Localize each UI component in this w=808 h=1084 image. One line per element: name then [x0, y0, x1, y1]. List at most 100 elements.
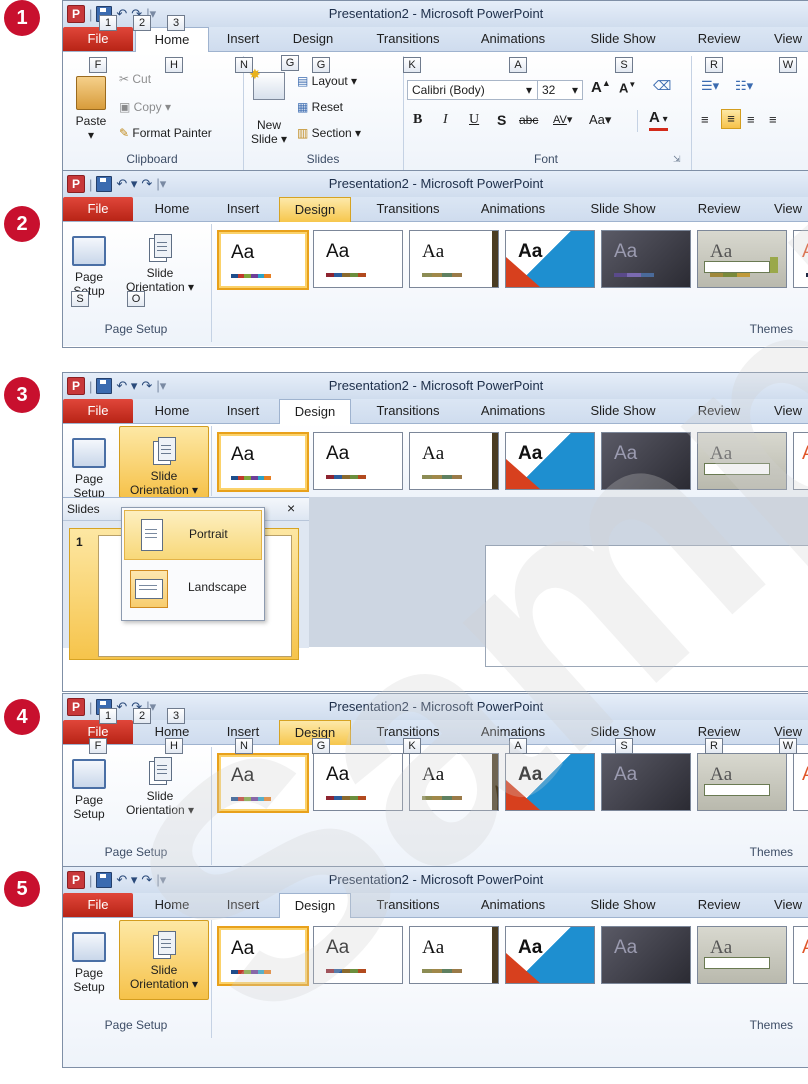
bold-button[interactable]: B — [413, 112, 422, 128]
theme-3[interactable]: Aa — [409, 926, 499, 984]
theme-4[interactable]: Aa — [505, 432, 595, 490]
theme-office[interactable]: Aa — [217, 753, 309, 813]
tab-insert[interactable]: Insert — [213, 399, 273, 423]
page-setup-button[interactable]: PageSetup — [67, 759, 111, 821]
dialog-launcher-icon[interactable]: ⇲ — [673, 154, 681, 165]
tab-transitions[interactable]: Transitions — [363, 197, 453, 221]
bullets-icon[interactable]: ☰▾ — [701, 78, 719, 94]
theme-6[interactable]: Aa — [697, 753, 787, 811]
tab-animations[interactable]: Animations — [468, 27, 558, 51]
character-spacing-button[interactable]: AV▾ — [553, 113, 572, 126]
menu-item-portrait[interactable]: Portrait — [124, 510, 262, 560]
cut-button[interactable]: ✂ Cut — [119, 72, 151, 86]
italic-button[interactable]: I — [443, 112, 448, 128]
theme-office[interactable]: Aa — [217, 230, 309, 290]
tab-design[interactable]: Design — [278, 27, 348, 51]
tab-transitions[interactable]: Transitions — [363, 27, 453, 51]
page-setup-button[interactable]: PageSetup — [67, 932, 111, 994]
shrink-font-icon[interactable]: A▼ — [619, 80, 636, 95]
justify-icon[interactable]: ≡ — [769, 112, 777, 127]
theme-office[interactable]: Aa — [217, 432, 309, 492]
tab-review[interactable]: Review — [687, 27, 751, 51]
slide-orientation-button[interactable]: Slide Orientation ▾ — [119, 920, 209, 1000]
tab-animations[interactable]: Animations — [468, 399, 558, 423]
shadow-button[interactable]: S — [497, 112, 506, 128]
slide[interactable] — [485, 545, 808, 667]
tab-file[interactable]: File — [63, 197, 133, 221]
theme-7[interactable]: Aa — [793, 230, 808, 288]
font-color-button[interactable]: A ▾ — [649, 110, 668, 131]
tab-file[interactable]: File — [63, 399, 133, 423]
theme-5[interactable]: Aa — [601, 753, 691, 811]
theme-2[interactable]: Aa — [313, 230, 403, 288]
theme-7[interactable]: Aa — [793, 753, 808, 811]
tab-design[interactable]: Design — [279, 197, 351, 223]
format-painter-button[interactable]: ✎ Format Painter — [119, 126, 212, 140]
theme-7[interactable]: Aa — [793, 432, 808, 490]
tab-home[interactable]: Home — [137, 893, 207, 917]
tab-view[interactable]: View — [763, 27, 808, 51]
slide-orientation-button[interactable]: Slide Orientation ▾ — [119, 426, 209, 498]
tab-insert[interactable]: Insert — [213, 893, 273, 917]
section-button[interactable]: ▥ Section ▾ — [297, 126, 361, 140]
new-slide-button[interactable]: New Slide ▾ — [249, 118, 289, 146]
theme-6[interactable]: Aa — [697, 230, 787, 288]
theme-6[interactable]: Aa — [697, 926, 787, 984]
reset-button[interactable]: ▦ Reset — [297, 100, 343, 114]
font-name-box[interactable]: Calibri (Body) ▾ — [407, 80, 539, 100]
theme-4[interactable]: Aa — [505, 753, 595, 811]
grow-font-icon[interactable]: A▲ — [591, 78, 611, 96]
theme-4[interactable]: Aa — [505, 926, 595, 984]
tab-transitions[interactable]: Transitions — [363, 893, 453, 917]
font-size-box[interactable]: 32 ▾ — [537, 80, 583, 100]
tab-home[interactable]: Home — [137, 197, 207, 221]
tab-view[interactable]: View — [763, 893, 808, 917]
theme-5[interactable]: Aa — [601, 230, 691, 288]
tab-insert[interactable]: Insert — [213, 197, 273, 221]
paste-button[interactable]: Paste ▾ — [71, 76, 111, 142]
tab-slide-show[interactable]: Slide Show — [578, 893, 668, 917]
theme-3[interactable]: Aa — [409, 753, 499, 811]
page-setup-button[interactable]: PageSetup — [67, 438, 111, 500]
theme-2[interactable]: Aa — [313, 753, 403, 811]
theme-3[interactable]: Aa — [409, 230, 499, 288]
clear-format-icon[interactable]: ⌫ — [653, 78, 671, 94]
copy-button[interactable]: ▣ Copy ▾ — [119, 100, 171, 114]
tab-animations[interactable]: Animations — [468, 197, 558, 221]
slide-orientation-button[interactable]: Slide Orientation ▾ — [115, 757, 205, 817]
close-icon[interactable]: × — [287, 500, 295, 516]
tab-transitions[interactable]: Transitions — [363, 399, 453, 423]
layout-button[interactable]: ▤ Layout ▾ — [297, 74, 357, 88]
theme-5[interactable]: Aa — [601, 432, 691, 490]
tab-design[interactable]: Design — [279, 893, 351, 919]
align-center-icon[interactable]: ≡ — [721, 109, 741, 129]
tab-review[interactable]: Review — [687, 893, 751, 917]
tab-review[interactable]: Review — [687, 197, 751, 221]
tab-slide-show[interactable]: Slide Show — [578, 197, 668, 221]
tab-home[interactable]: Home — [137, 399, 207, 423]
theme-3[interactable]: Aa — [409, 432, 499, 490]
theme-2[interactable]: Aa — [313, 926, 403, 984]
theme-7[interactable]: Aa — [793, 926, 808, 984]
underline-button[interactable]: U — [469, 112, 479, 128]
theme-5[interactable]: Aa — [601, 926, 691, 984]
slides-pane-tab[interactable]: Slides — [67, 502, 100, 516]
tab-insert[interactable]: Insert — [213, 27, 273, 51]
change-case-button[interactable]: Aa▾ — [589, 112, 611, 128]
tab-animations[interactable]: Animations — [468, 893, 558, 917]
tab-slide-show[interactable]: Slide Show — [578, 27, 668, 51]
align-right-icon[interactable]: ≡ — [747, 112, 755, 127]
numbering-icon[interactable]: ☷▾ — [735, 78, 753, 94]
theme-2[interactable]: Aa — [313, 432, 403, 490]
theme-4[interactable]: Aa — [505, 230, 595, 288]
theme-6[interactable]: Aa — [697, 432, 787, 490]
page-setup-button[interactable]: PageSetup — [67, 236, 111, 298]
tab-view[interactable]: View — [763, 399, 808, 423]
slide-orientation-button[interactable]: Slide Orientation ▾ — [115, 234, 205, 294]
theme-office[interactable]: Aa — [217, 926, 309, 986]
tab-file[interactable]: File — [63, 27, 133, 51]
tab-slide-show[interactable]: Slide Show — [578, 399, 668, 423]
tab-view[interactable]: View — [763, 197, 808, 221]
tab-file[interactable]: File — [63, 893, 133, 917]
menu-item-landscape[interactable]: Landscape — [124, 564, 260, 612]
